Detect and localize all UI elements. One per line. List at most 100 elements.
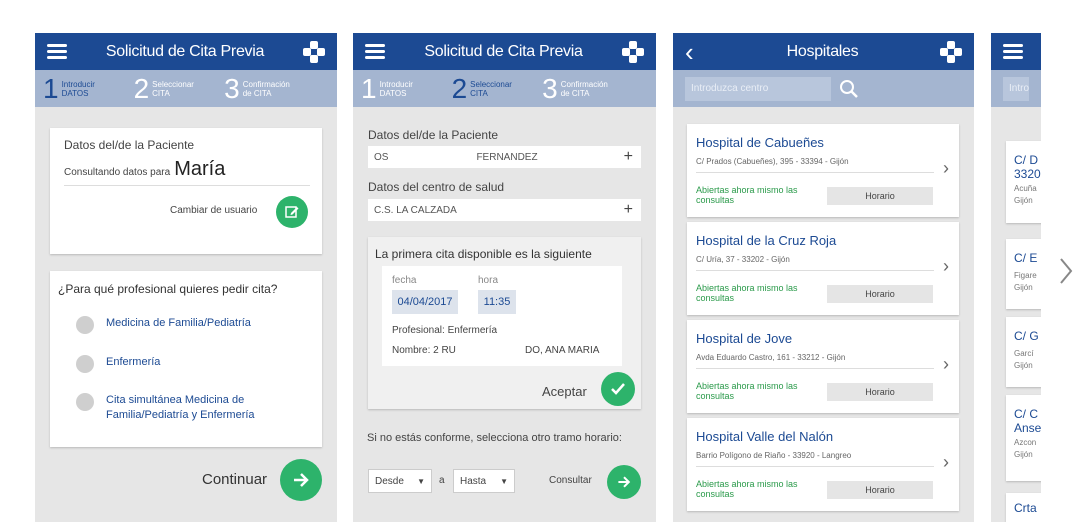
patient-field-first: OS: [374, 151, 389, 163]
menu-icon[interactable]: [1003, 44, 1023, 59]
schedule-button[interactable]: Horario: [827, 481, 933, 499]
center-card[interactable]: Crta: [1006, 493, 1041, 522]
center-value: C.S. LA CALZADA: [374, 204, 457, 216]
menu-icon[interactable]: [47, 44, 67, 59]
screen-select-appointment: Solicitud de Cita Previa 1 Introducir DAT…: [353, 33, 656, 522]
center-line-1: C/ C: [1014, 407, 1038, 421]
screen-patient-data: Solicitud de Cita Previa 1 Introducir DAT…: [35, 33, 337, 522]
hospital-card[interactable]: Hospital Valle del Nalón Barrio Polígono…: [687, 418, 959, 511]
accept-button[interactable]: [601, 372, 635, 406]
change-user-label[interactable]: Cambiar de usuario: [170, 205, 257, 216]
profesional-text: Profesional: Enfermería: [392, 325, 498, 336]
hospital-card[interactable]: Hospital de la Cruz Roja C/ Uría, 37 - 3…: [687, 222, 959, 315]
fecha-value[interactable]: 04/04/2017: [392, 290, 458, 314]
dropdown-arrow-icon: ▼: [417, 476, 425, 486]
plus-icon[interactable]: +: [624, 148, 633, 166]
hospital-open-status: Abiertas ahora mismo las consultas: [696, 381, 798, 401]
step-1: 1 Introducir DATOS: [43, 72, 95, 104]
hasta-value: Hasta: [460, 475, 487, 487]
consultar-button[interactable]: [607, 465, 641, 499]
slot-detail: fecha 04/04/2017 hora 11:35 Profesional:…: [382, 266, 622, 366]
center-line-1: C/ G: [1014, 329, 1039, 343]
center-line-1: C/ E: [1014, 251, 1038, 265]
hospital-name: Hospital de Jove: [696, 331, 793, 346]
steps-bar: 1 Introducir DATOS 2 Seleccionar CITA 3 Con…: [35, 70, 337, 107]
hora-value[interactable]: 11:35: [478, 290, 516, 314]
patient-field[interactable]: OS FERNANDEZ +: [368, 146, 641, 168]
hasta-select[interactable]: Hasta ▼: [453, 469, 515, 493]
option-medicina[interactable]: Medicina de Familia/Pediatría: [76, 316, 296, 334]
hospital-address: C/ Prados (Cabueñes), 395 - 33394 - Gijó…: [696, 157, 934, 173]
hospital-open-status: Abiertas ahora mismo las consultas: [696, 283, 798, 303]
screen-hospitals: ‹ Hospitales Introduzca centro Hospital …: [673, 33, 974, 522]
schedule-button[interactable]: Horario: [827, 285, 933, 303]
consultar-label[interactable]: Consultar: [549, 475, 592, 486]
search-icon[interactable]: [839, 79, 859, 99]
hospital-name: Hospital de Cabueñes: [696, 135, 824, 150]
step-3: 3 Confirmación de CITA: [542, 72, 608, 104]
hospital-open-status: Abiertas ahora mismo las consultas: [696, 479, 798, 499]
chevron-right-icon: [1060, 258, 1073, 284]
chevron-right-icon[interactable]: ›: [943, 354, 949, 375]
nombre-text: Nombre: 2 RU: [392, 345, 456, 356]
menu-icon[interactable]: [365, 44, 385, 59]
hospital-address: Avda Eduardo Castro, 161 - 33212 - Gijón: [696, 353, 934, 369]
center-line-4: Gijón: [1014, 196, 1033, 205]
hospital-name: Hospital Valle del Nalón: [696, 429, 834, 444]
step-2: 2 Seleccionar CITA: [133, 72, 194, 104]
search-bar: Introduzca centro: [673, 70, 974, 107]
health-cross-icon[interactable]: [940, 40, 962, 63]
patient-label: Datos del/de la Paciente: [368, 128, 499, 142]
hospital-open-status: Abiertas ahora mismo las consultas: [696, 185, 798, 205]
option-enfermeria[interactable]: Enfermería: [76, 355, 296, 373]
carousel: Solicitud de Cita Previa 1 Introducir DAT…: [0, 0, 1080, 526]
chevron-right-icon[interactable]: ›: [943, 158, 949, 179]
step-3: 3 Confirmación de CITA: [224, 72, 290, 104]
edit-user-button[interactable]: [276, 196, 308, 228]
hospital-card[interactable]: Hospital de Cabueñes C/ Prados (Cabueñes…: [687, 124, 959, 217]
center-line-3: Figare: [1014, 271, 1037, 280]
plus-icon[interactable]: +: [624, 201, 633, 219]
hospital-search-input[interactable]: Introduzca centro: [685, 76, 831, 101]
center-line-4: Gijón: [1014, 283, 1033, 292]
continue-label[interactable]: Continuar: [202, 471, 267, 488]
center-card[interactable]: C/ G Garcí Gijón: [1006, 317, 1041, 387]
center-line-1: Crta: [1014, 501, 1037, 515]
continue-button[interactable]: [280, 459, 322, 501]
chevron-right-icon[interactable]: ›: [943, 452, 949, 473]
center-card[interactable]: C/ D 3320 Acuña Gijón: [1006, 141, 1041, 223]
hospital-card[interactable]: Hospital de Jove Avda Eduardo Castro, 16…: [687, 320, 959, 413]
center-line-4: Gijón: [1014, 450, 1033, 459]
patient-card-title: Datos del/de la Paciente: [64, 138, 195, 152]
radio-button[interactable]: [76, 355, 94, 373]
back-arrow-icon[interactable]: ‹: [685, 39, 705, 65]
doctor-name: DO, ANA MARIA: [525, 345, 600, 356]
desde-value: Desde: [375, 475, 404, 487]
patient-card: Datos del/de la Paciente Consultando dat…: [50, 128, 322, 254]
health-cross-icon[interactable]: [622, 40, 644, 63]
center-card[interactable]: C/ E Figare Gijón: [1006, 239, 1041, 309]
check-icon: [611, 383, 625, 395]
search-bar: Introd: [991, 70, 1041, 107]
schedule-button[interactable]: Horario: [827, 187, 933, 205]
search-input[interactable]: Introd: [1003, 76, 1029, 101]
radio-button[interactable]: [76, 393, 94, 411]
schedule-button[interactable]: Horario: [827, 383, 933, 401]
health-cross-icon[interactable]: [303, 40, 325, 63]
professional-question: ¿Para qué profesional quieres pedir cita…: [58, 282, 278, 296]
consulting-label: Consultando datos para: [64, 167, 171, 178]
desde-select[interactable]: Desde ▼: [368, 469, 432, 493]
carousel-next-button[interactable]: [1058, 256, 1074, 291]
arrow-right-icon: [294, 473, 309, 487]
center-field[interactable]: C.S. LA CALZADA +: [368, 199, 641, 221]
center-line-3: Azcon: [1014, 438, 1037, 447]
option-simultanea[interactable]: Cita simultánea Medicina de Familia/Pedi…: [76, 393, 296, 423]
radio-button[interactable]: [76, 316, 94, 334]
chevron-right-icon[interactable]: ›: [943, 256, 949, 277]
accept-label[interactable]: Aceptar: [542, 384, 587, 399]
first-slot-title: La primera cita disponible es la siguien…: [375, 247, 592, 261]
fecha-label: fecha: [392, 275, 417, 286]
center-card[interactable]: C/ C Anse Azcon Gijón: [1006, 395, 1041, 481]
professional-card: ¿Para qué profesional quieres pedir cita…: [50, 271, 322, 447]
hospital-address: Barrio Polígono de Riaño - 33920 - Langr…: [696, 451, 934, 467]
